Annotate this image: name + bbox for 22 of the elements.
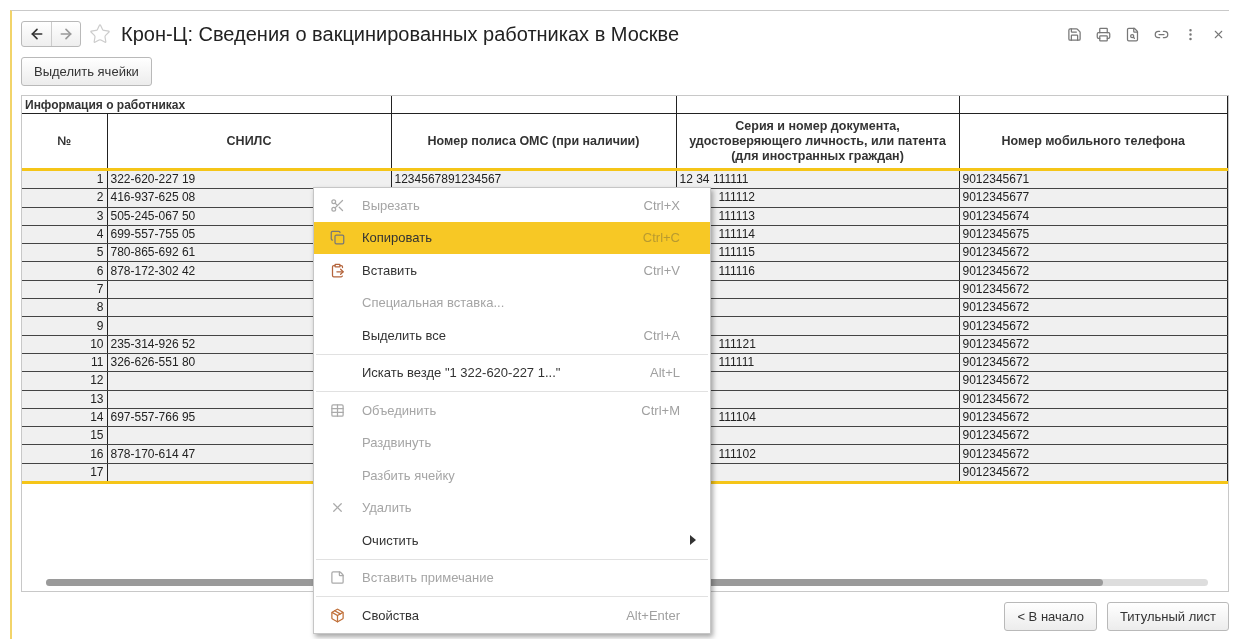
group-header: Информация о работниках [22,96,391,114]
menu-item[interactable]: Искать везде "1 322-620-227 1..." Alt+L [314,356,710,389]
select-cells-button[interactable]: Выделить ячейки [21,57,152,86]
menu-item[interactable]: Очистить [314,524,710,557]
clipboard-icon [330,262,345,278]
save-icon[interactable] [1067,26,1082,42]
window-title: Крон-Ц: Сведения о вакцинированных работниках в Москве [121,22,681,46]
printer-icon[interactable] [1096,26,1111,42]
scissors-icon [330,197,345,213]
right-arrow-icon [58,26,74,42]
footer-button[interactable]: < В начало [1004,602,1097,631]
table-icon [330,402,345,418]
star-icon[interactable] [89,23,111,45]
table-cell: 1 [22,169,107,189]
footer-button[interactable]: Титульный лист [1107,602,1229,631]
menu-item[interactable]: Копировать Ctrl+C [314,221,710,254]
note-icon [330,570,345,586]
copy-icon [330,230,345,246]
table-cell: 17 [22,463,107,483]
box-icon [330,607,345,623]
preview-icon[interactable] [1125,26,1140,42]
menu-item[interactable]: Свойства Alt+Enter [314,599,710,632]
